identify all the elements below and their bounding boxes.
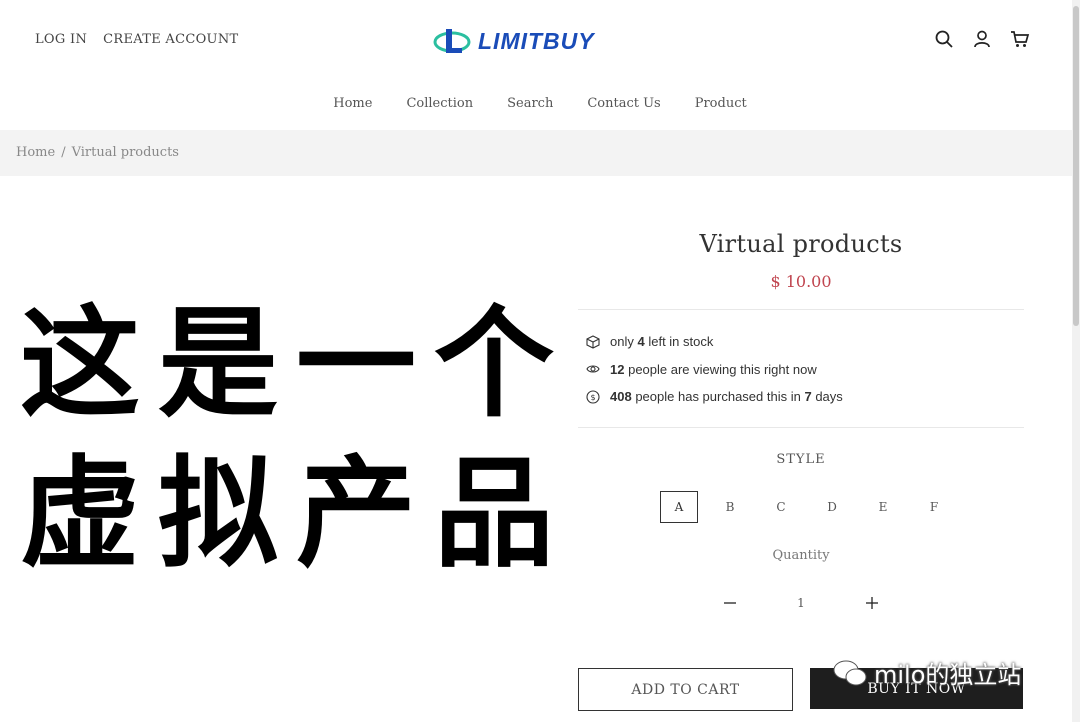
viewing-stat: 12 people are viewing this right now: [586, 356, 1024, 384]
stock-count: 4: [637, 334, 645, 350]
product-image-line-1: 这是一个: [20, 295, 572, 434]
scrollbar[interactable]: [1072, 0, 1080, 722]
quantity-value[interactable]: 1: [794, 596, 808, 610]
plus-icon[interactable]: [864, 595, 880, 611]
login-link[interactable]: LOG IN: [35, 32, 87, 47]
breadcrumb-bar: Home / Virtual products: [0, 130, 1080, 176]
style-label: STYLE: [776, 451, 826, 467]
style-option-d[interactable]: D: [813, 491, 851, 523]
box-icon: [586, 335, 600, 349]
nav-item-product[interactable]: Product: [695, 96, 747, 111]
scrollbar-thumb[interactable]: [1073, 6, 1079, 326]
style-option-b[interactable]: B: [711, 491, 749, 523]
svg-text:$: $: [590, 393, 595, 402]
nav-item-collection[interactable]: Collection: [406, 96, 473, 111]
dollar-coin-icon: $: [586, 390, 600, 404]
nav-item-home[interactable]: Home: [333, 96, 372, 111]
style-option-c[interactable]: C: [762, 491, 800, 523]
stock-stat: only 4 left in stock: [586, 328, 1024, 356]
nav-item-contact-us[interactable]: Contact Us: [587, 96, 660, 111]
quantity-label: Quantity: [772, 547, 830, 563]
product-stats: only 4 left in stock 12 people are viewi…: [578, 310, 1024, 419]
style-option-a[interactable]: A: [660, 490, 698, 523]
viewing-suffix: people are viewing this right now: [628, 361, 817, 377]
main-nav: Home Collection Search Contact Us Produc…: [0, 96, 1080, 111]
search-icon[interactable]: [934, 29, 954, 49]
logo-mark-icon: [433, 29, 471, 53]
create-account-link[interactable]: CREATE ACCOUNT: [103, 32, 238, 47]
product-image-line-2: 虚拟产品: [20, 445, 572, 584]
user-icon[interactable]: [972, 29, 992, 49]
breadcrumb: Home / Virtual products: [16, 145, 179, 160]
eye-icon: [586, 365, 600, 373]
divider: [578, 426, 1024, 428]
add-to-cart-button[interactable]: ADD TO CART: [578, 668, 793, 711]
product-info: Virtual products $ 10.00 only 4 left in …: [578, 220, 1024, 611]
breadcrumb-current: Virtual products: [71, 145, 179, 160]
wechat-icon: [833, 660, 867, 685]
breadcrumb-home[interactable]: Home: [16, 145, 55, 160]
cart-icon[interactable]: [1010, 29, 1030, 49]
purchased-count: 408: [610, 389, 632, 405]
style-options: A B C D E F: [660, 490, 1024, 523]
product-price: $ 10.00: [770, 272, 832, 291]
logo-text: LIMITBUY: [478, 27, 595, 54]
quantity-stepper: 1: [578, 595, 1024, 611]
nav-item-search[interactable]: Search: [507, 96, 553, 111]
site-logo[interactable]: LIMITBUY: [432, 22, 627, 60]
minus-icon[interactable]: [722, 595, 738, 611]
purchased-middle: people has purchased this in: [635, 389, 801, 405]
header: LOG IN CREATE ACCOUNT LIMITBUY: [0, 0, 1080, 80]
product-title: Virtual products: [699, 230, 903, 258]
stock-suffix: left in stock: [648, 334, 714, 350]
style-option-e[interactable]: E: [864, 491, 902, 523]
header-icons: [934, 29, 1030, 49]
watermark-text: milo的独立站: [874, 661, 1022, 689]
viewing-count: 12: [610, 361, 625, 377]
style-option-f[interactable]: F: [915, 491, 953, 523]
account-links: LOG IN CREATE ACCOUNT: [35, 32, 238, 47]
purchased-stat: $ 408 people has purchased this in 7 day…: [586, 383, 1024, 411]
watermark: milo的独立站: [832, 655, 1021, 690]
purchased-suffix: days: [815, 389, 843, 405]
product-image: 这是一个 虚拟产品: [20, 290, 560, 640]
purchased-days: 7: [804, 389, 812, 405]
breadcrumb-separator: /: [61, 145, 66, 160]
stock-prefix: only: [610, 334, 634, 350]
